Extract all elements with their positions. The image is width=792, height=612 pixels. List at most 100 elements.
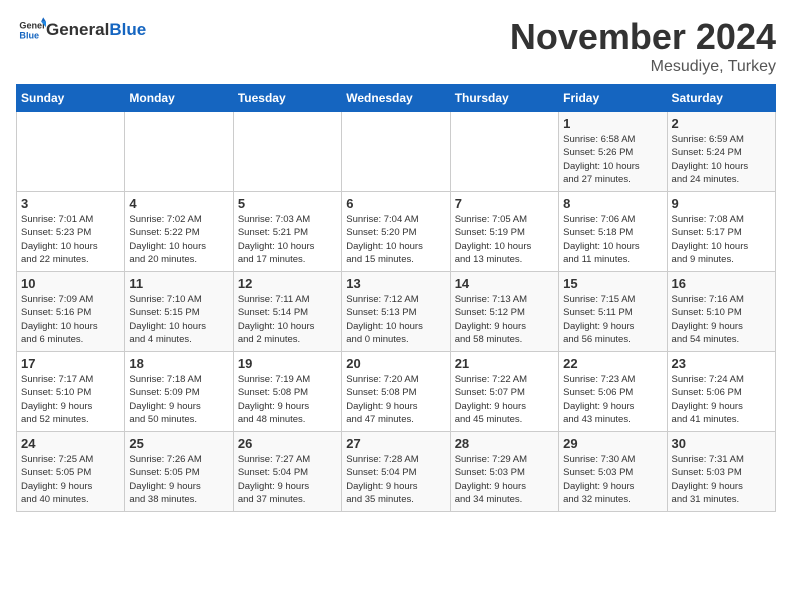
day-info: Sunrise: 7:06 AM Sunset: 5:18 PM Dayligh… <box>563 213 662 266</box>
day-number: 15 <box>563 276 662 291</box>
calendar-cell <box>17 112 125 192</box>
calendar-cell: 22 Sunrise: 7:23 AM Sunset: 5:06 PM Dayli… <box>559 352 667 432</box>
day-info: Sunrise: 7:20 AM Sunset: 5:08 PM Dayligh… <box>346 373 445 426</box>
day-info: Sunrise: 7:29 AM Sunset: 5:03 PM Dayligh… <box>455 453 554 506</box>
day-number: 5 <box>238 196 337 211</box>
week-row-3: 10 Sunrise: 7:09 AM Sunset: 5:16 PM Dayli… <box>17 272 776 352</box>
calendar-cell: 21 Sunrise: 7:22 AM Sunset: 5:07 PM Dayli… <box>450 352 558 432</box>
calendar-cell: 27Sunrise: 7:28 AM Sunset: 5:04 PM Dayli… <box>342 432 450 512</box>
day-number: 7 <box>455 196 554 211</box>
week-row-4: 17Sunrise: 7:17 AM Sunset: 5:10 PM Dayli… <box>17 352 776 432</box>
day-info: Sunrise: 7:22 AM Sunset: 5:07 PM Dayligh… <box>455 373 554 426</box>
calendar-cell: 30 Sunrise: 7:31 AM Sunset: 5:03 PM Dayli… <box>667 432 775 512</box>
day-info: Sunrise: 7:24 AM Sunset: 5:06 PM Dayligh… <box>672 373 771 426</box>
day-number: 17 <box>21 356 120 371</box>
svg-text:Blue: Blue <box>19 30 39 40</box>
header: General Blue General Blue November 2024 M… <box>16 16 776 76</box>
location-title: Mesudiye, Turkey <box>510 58 776 76</box>
day-info: Sunrise: 7:31 AM Sunset: 5:03 PM Dayligh… <box>672 453 771 506</box>
day-info: Sunrise: 7:13 AM Sunset: 5:12 PM Dayligh… <box>455 293 554 346</box>
calendar-table: SundayMondayTuesdayWednesdayThursdayFrid… <box>16 84 776 512</box>
day-info: Sunrise: 7:02 AM Sunset: 5:22 PM Dayligh… <box>129 213 228 266</box>
day-info: Sunrise: 7:19 AM Sunset: 5:08 PM Dayligh… <box>238 373 337 426</box>
day-number: 21 <box>455 356 554 371</box>
calendar-cell: 14 Sunrise: 7:13 AM Sunset: 5:12 PM Dayli… <box>450 272 558 352</box>
day-header-monday: Monday <box>125 85 233 112</box>
day-number: 24 <box>21 436 120 451</box>
day-number: 2 <box>672 116 771 131</box>
calendar-cell: 13 Sunrise: 7:12 AM Sunset: 5:13 PM Dayli… <box>342 272 450 352</box>
day-header-friday: Friday <box>559 85 667 112</box>
week-row-2: 3 Sunrise: 7:01 AM Sunset: 5:23 PM Daylig… <box>17 192 776 272</box>
day-info: Sunrise: 7:23 AM Sunset: 5:06 PM Dayligh… <box>563 373 662 426</box>
day-number: 13 <box>346 276 445 291</box>
title-area: November 2024 Mesudiye, Turkey <box>510 16 776 76</box>
calendar-cell: 24 Sunrise: 7:25 AM Sunset: 5:05 PM Dayli… <box>17 432 125 512</box>
day-info: Sunrise: 7:10 AM Sunset: 5:15 PM Dayligh… <box>129 293 228 346</box>
calendar-cell <box>233 112 341 192</box>
day-info: Sunrise: 6:59 AM Sunset: 5:24 PM Dayligh… <box>672 133 771 186</box>
day-info: Sunrise: 7:01 AM Sunset: 5:23 PM Dayligh… <box>21 213 120 266</box>
week-row-5: 24 Sunrise: 7:25 AM Sunset: 5:05 PM Dayli… <box>17 432 776 512</box>
day-number: 11 <box>129 276 228 291</box>
day-number: 16 <box>672 276 771 291</box>
calendar-cell: 6 Sunrise: 7:04 AM Sunset: 5:20 PM Daylig… <box>342 192 450 272</box>
day-number: 23 <box>672 356 771 371</box>
calendar-cell: 9 Sunrise: 7:08 AM Sunset: 5:17 PM Daylig… <box>667 192 775 272</box>
day-info: Sunrise: 7:26 AM Sunset: 5:05 PM Dayligh… <box>129 453 228 506</box>
days-header-row: SundayMondayTuesdayWednesdayThursdayFrid… <box>17 85 776 112</box>
day-info: Sunrise: 7:27 AM Sunset: 5:04 PM Dayligh… <box>238 453 337 506</box>
day-number: 1 <box>563 116 662 131</box>
calendar-cell: 28Sunrise: 7:29 AM Sunset: 5:03 PM Dayli… <box>450 432 558 512</box>
calendar-cell: 7 Sunrise: 7:05 AM Sunset: 5:19 PM Daylig… <box>450 192 558 272</box>
day-number: 30 <box>672 436 771 451</box>
day-number: 9 <box>672 196 771 211</box>
calendar-cell: 20Sunrise: 7:20 AM Sunset: 5:08 PM Dayli… <box>342 352 450 432</box>
day-number: 10 <box>21 276 120 291</box>
day-number: 26 <box>238 436 337 451</box>
calendar-cell <box>125 112 233 192</box>
day-info: Sunrise: 7:18 AM Sunset: 5:09 PM Dayligh… <box>129 373 228 426</box>
day-header-thursday: Thursday <box>450 85 558 112</box>
calendar-cell: 15 Sunrise: 7:15 AM Sunset: 5:11 PM Dayli… <box>559 272 667 352</box>
day-header-saturday: Saturday <box>667 85 775 112</box>
calendar-cell: 23 Sunrise: 7:24 AM Sunset: 5:06 PM Dayli… <box>667 352 775 432</box>
calendar-cell: 16 Sunrise: 7:16 AM Sunset: 5:10 PM Dayli… <box>667 272 775 352</box>
day-info: Sunrise: 7:16 AM Sunset: 5:10 PM Dayligh… <box>672 293 771 346</box>
day-info: Sunrise: 7:11 AM Sunset: 5:14 PM Dayligh… <box>238 293 337 346</box>
day-info: Sunrise: 7:05 AM Sunset: 5:19 PM Dayligh… <box>455 213 554 266</box>
day-header-wednesday: Wednesday <box>342 85 450 112</box>
day-number: 14 <box>455 276 554 291</box>
calendar-cell <box>450 112 558 192</box>
calendar-cell: 3 Sunrise: 7:01 AM Sunset: 5:23 PM Daylig… <box>17 192 125 272</box>
day-info: Sunrise: 7:08 AM Sunset: 5:17 PM Dayligh… <box>672 213 771 266</box>
day-info: Sunrise: 7:04 AM Sunset: 5:20 PM Dayligh… <box>346 213 445 266</box>
day-number: 4 <box>129 196 228 211</box>
day-number: 6 <box>346 196 445 211</box>
calendar-cell: 4 Sunrise: 7:02 AM Sunset: 5:22 PM Daylig… <box>125 192 233 272</box>
calendar-cell: 8Sunrise: 7:06 AM Sunset: 5:18 PM Daylig… <box>559 192 667 272</box>
day-number: 12 <box>238 276 337 291</box>
calendar-cell: 19 Sunrise: 7:19 AM Sunset: 5:08 PM Dayli… <box>233 352 341 432</box>
day-number: 19 <box>238 356 337 371</box>
calendar-cell: 12 Sunrise: 7:11 AM Sunset: 5:14 PM Dayli… <box>233 272 341 352</box>
day-info: Sunrise: 7:15 AM Sunset: 5:11 PM Dayligh… <box>563 293 662 346</box>
day-number: 25 <box>129 436 228 451</box>
day-number: 3 <box>21 196 120 211</box>
week-row-1: 1 Sunrise: 6:58 AM Sunset: 5:26 PM Daylig… <box>17 112 776 192</box>
day-info: Sunrise: 7:12 AM Sunset: 5:13 PM Dayligh… <box>346 293 445 346</box>
day-info: Sunrise: 7:30 AM Sunset: 5:03 PM Dayligh… <box>563 453 662 506</box>
day-info: Sunrise: 7:09 AM Sunset: 5:16 PM Dayligh… <box>21 293 120 346</box>
day-info: Sunrise: 7:25 AM Sunset: 5:05 PM Dayligh… <box>21 453 120 506</box>
day-number: 22 <box>563 356 662 371</box>
calendar-cell: 17Sunrise: 7:17 AM Sunset: 5:10 PM Dayli… <box>17 352 125 432</box>
day-info: Sunrise: 6:58 AM Sunset: 5:26 PM Dayligh… <box>563 133 662 186</box>
day-info: Sunrise: 7:28 AM Sunset: 5:04 PM Dayligh… <box>346 453 445 506</box>
day-header-sunday: Sunday <box>17 85 125 112</box>
calendar-cell: 25 Sunrise: 7:26 AM Sunset: 5:05 PM Dayli… <box>125 432 233 512</box>
logo-icon: General Blue <box>18 16 46 44</box>
calendar-cell: 26 Sunrise: 7:27 AM Sunset: 5:04 PM Dayli… <box>233 432 341 512</box>
calendar-cell: 2 Sunrise: 6:59 AM Sunset: 5:24 PM Daylig… <box>667 112 775 192</box>
calendar-cell: 29Sunrise: 7:30 AM Sunset: 5:03 PM Dayli… <box>559 432 667 512</box>
logo-general-text: General <box>46 20 109 39</box>
